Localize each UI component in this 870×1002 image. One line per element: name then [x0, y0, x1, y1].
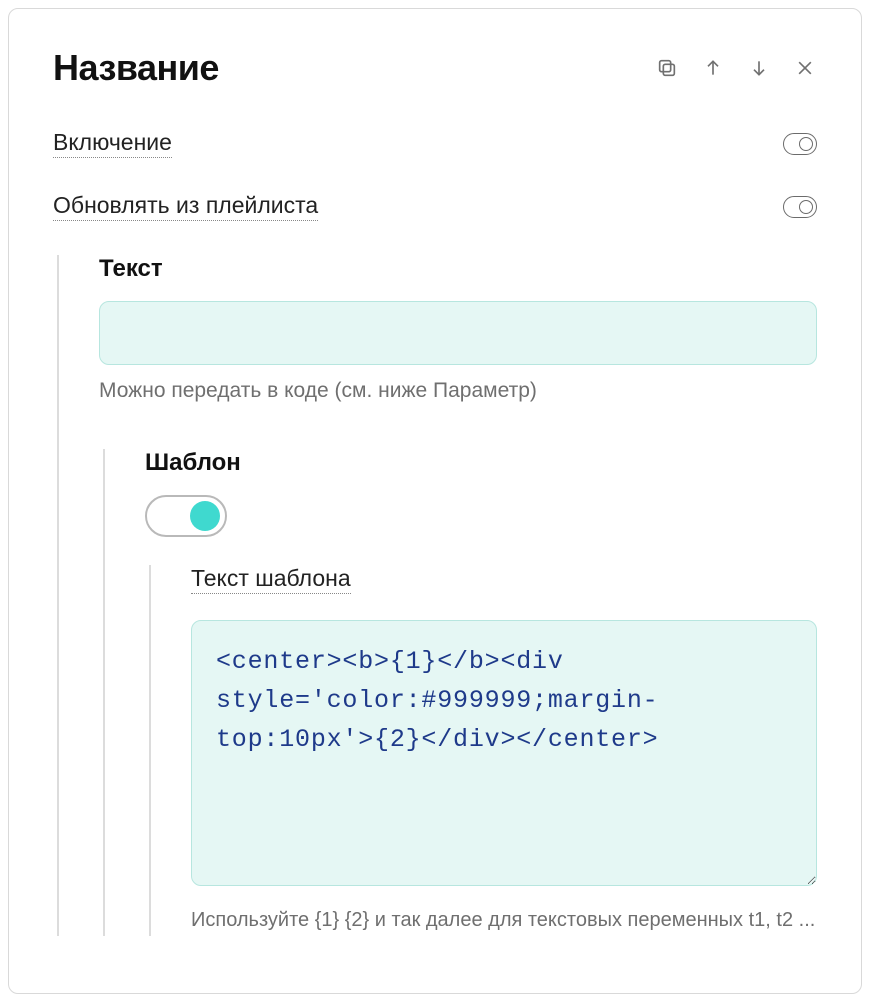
panel-title: Название	[53, 47, 219, 89]
arrow-up-icon[interactable]	[701, 56, 725, 80]
update-label: Обновлять из плейлиста	[53, 192, 318, 221]
enable-label: Включение	[53, 129, 172, 158]
enable-toggle[interactable]	[783, 133, 817, 155]
update-row: Обновлять из плейлиста	[53, 192, 817, 221]
template-heading: Шаблон	[145, 449, 817, 477]
template-section: Шаблон Текст шаблона Используйте {1} {2}…	[103, 449, 817, 936]
template-toggle[interactable]	[145, 495, 227, 537]
update-toggle[interactable]	[783, 196, 817, 218]
template-hint: Используйте {1} {2} и так далее для текс…	[191, 905, 817, 936]
panel-header: Название	[53, 47, 817, 89]
arrow-down-icon[interactable]	[747, 56, 771, 80]
enable-row: Включение	[53, 129, 817, 158]
template-text-heading: Текст шаблона	[191, 565, 351, 594]
text-heading: Текст	[99, 255, 817, 283]
template-text-section: Текст шаблона Используйте {1} {2} и так …	[149, 565, 817, 936]
settings-panel: Название	[8, 8, 862, 994]
panel-actions	[655, 56, 817, 80]
toggle-knob-icon	[190, 501, 220, 531]
text-hint: Можно передать в коде (см. ниже Параметр…	[99, 379, 817, 403]
close-icon[interactable]	[793, 56, 817, 80]
text-input[interactable]	[99, 301, 817, 365]
text-section: Текст Можно передать в коде (см. ниже Па…	[57, 255, 817, 936]
copy-icon[interactable]	[655, 56, 679, 80]
template-code-input[interactable]	[191, 620, 817, 886]
